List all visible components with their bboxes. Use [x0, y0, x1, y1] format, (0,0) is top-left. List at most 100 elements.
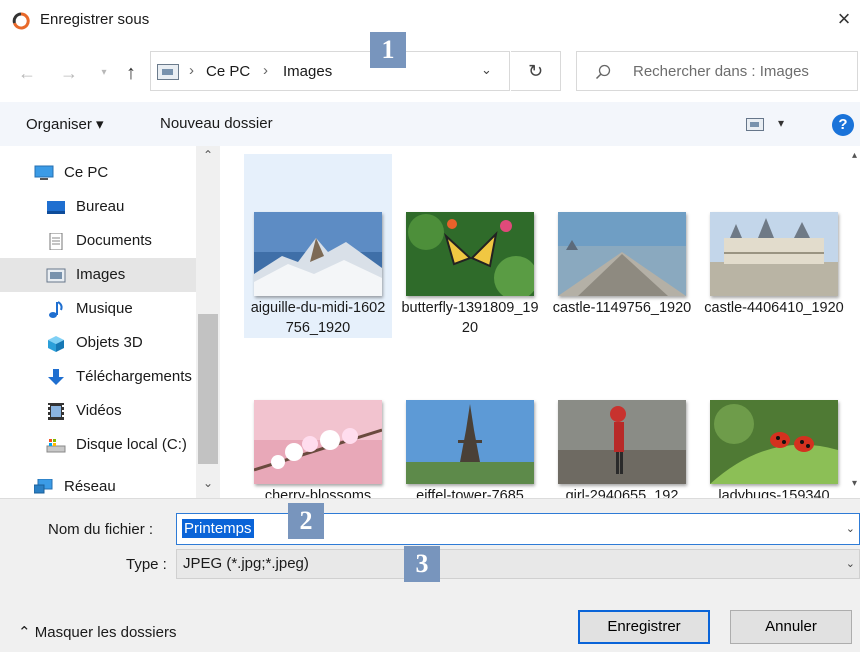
network-icon: [34, 479, 53, 494]
scroll-down-icon[interactable]: ⌄: [196, 476, 220, 490]
filename-label: Nom du fichier :: [48, 521, 154, 538]
search-placeholder: Rechercher dans : Images: [633, 63, 809, 80]
music-icon: [49, 301, 63, 318]
breadcrumb-separator: ›: [263, 62, 268, 79]
file-tile[interactable]: butterfly-1391809_1920: [396, 154, 544, 338]
file-tile[interactable]: girl-2940655_192: [548, 342, 696, 498]
breadcrumb-images[interactable]: Images: [283, 63, 332, 80]
file-tile[interactable]: castle-4406410_1920: [700, 154, 848, 338]
sidebar-item-disque-local[interactable]: Disque local (C:): [0, 428, 196, 462]
cancel-button[interactable]: Annuler: [730, 610, 852, 644]
scrollbar-thumb[interactable]: [198, 314, 218, 464]
filename-input[interactable]: Printemps ⌄: [176, 513, 860, 545]
sidebar-item-videos[interactable]: Vidéos: [0, 394, 196, 428]
app-icon: [12, 12, 30, 30]
cube-icon: [48, 336, 64, 352]
address-bar[interactable]: › Ce PC › Images ⌄: [150, 51, 510, 91]
help-icon[interactable]: ?: [832, 114, 854, 136]
sidebar-item-telechargements[interactable]: Téléchargements: [0, 360, 196, 394]
sidebar-item-objets-3d[interactable]: Objets 3D: [0, 326, 196, 360]
file-type-select[interactable]: JPEG (*.jpg;*.jpeg) ⌄: [176, 549, 860, 579]
sidebar-item-label: Téléchargements: [76, 368, 192, 385]
image-thumbnail: [558, 400, 686, 484]
file-type-value: JPEG (*.jpg;*.jpeg): [183, 555, 309, 572]
window-title: Enregistrer sous: [40, 11, 150, 28]
sidebar-item-ce-pc[interactable]: Ce PC: [0, 156, 196, 190]
sidebar-item-images[interactable]: Images: [0, 258, 196, 292]
pictures-icon: [46, 268, 66, 283]
title-bar: Enregistrer sous ×: [0, 0, 860, 42]
file-tile[interactable]: cherry-blossoms: [244, 342, 392, 498]
file-name: aiguille-du-midi-1602756_1920: [250, 300, 386, 336]
image-thumbnail: [406, 400, 534, 484]
save-button[interactable]: Enregistrer: [578, 610, 710, 644]
sidebar-item-label: Documents: [76, 232, 152, 249]
navigation-pane: Ce PC Bureau Documents Images Musique Ob…: [0, 146, 220, 498]
address-dropdown-icon[interactable]: ⌄: [481, 62, 492, 78]
image-thumbnail: [254, 212, 382, 296]
file-tile[interactable]: ladybugs-159340: [700, 342, 848, 498]
sidebar-item-label: Bureau: [76, 198, 125, 215]
file-tile[interactable]: castle-1149756_1920: [548, 154, 696, 338]
file-name: ladybugs-159340: [718, 488, 830, 498]
file-name: eiffel-tower-7685: [416, 488, 524, 498]
view-options-icon[interactable]: [746, 118, 764, 131]
chevron-down-icon[interactable]: ⌄: [846, 522, 855, 535]
image-thumbnail: [710, 400, 838, 484]
sidebar-item-reseau[interactable]: Réseau: [0, 470, 196, 498]
type-label: Type :: [126, 556, 167, 573]
image-thumbnail: [558, 212, 686, 296]
sidebar-item-label: Vidéos: [76, 402, 122, 419]
recent-locations-button[interactable]: ▾: [93, 62, 115, 84]
sidebar-item-label: Ce PC: [64, 164, 109, 181]
breadcrumb-ce-pc[interactable]: Ce PC: [206, 63, 250, 80]
organise-menu-button[interactable]: Organiser ▾: [26, 115, 104, 133]
computer-icon: [34, 165, 54, 180]
sidebar-item-label: Réseau: [64, 478, 116, 495]
file-name: castle-1149756_1920: [552, 300, 692, 316]
back-button[interactable]: ←: [16, 62, 38, 84]
close-button[interactable]: ×: [834, 6, 854, 32]
pictures-folder-icon: [157, 64, 179, 80]
file-name: castle-4406410_1920: [704, 300, 844, 316]
sidebar-scrollbar[interactable]: ⌃ ⌄: [196, 146, 220, 498]
drive-icon: [46, 439, 66, 453]
filename-value[interactable]: Printemps: [182, 519, 254, 538]
annotation-badge-1: 1: [370, 32, 406, 68]
command-toolbar: Organiser ▾ Nouveau dossier ▾ ?: [0, 102, 860, 146]
image-thumbnail: [710, 212, 838, 296]
chevron-down-icon[interactable]: ⌄: [846, 557, 855, 570]
up-button[interactable]: ↑: [120, 62, 142, 84]
sidebar-item-musique[interactable]: Musique: [0, 292, 196, 326]
file-name: butterfly-1391809_1920: [401, 300, 539, 336]
scroll-up-icon[interactable]: ▴: [852, 150, 857, 161]
scroll-up-icon[interactable]: ⌃: [196, 148, 220, 162]
sidebar-item-bureau[interactable]: Bureau: [0, 190, 196, 224]
sidebar-item-label: Disque local (C:): [76, 436, 187, 453]
file-tile[interactable]: aiguille-du-midi-1602756_1920: [244, 154, 392, 338]
video-icon: [48, 403, 64, 420]
desktop-icon: [47, 201, 65, 214]
new-folder-button[interactable]: Nouveau dossier: [160, 115, 273, 132]
hide-folders-button[interactable]: ⌃ Masquer les dossiers: [18, 623, 176, 641]
scroll-down-icon[interactable]: ▾: [852, 478, 857, 489]
file-name: girl-2940655_192: [565, 488, 679, 498]
search-input[interactable]: Rechercher dans : Images: [576, 51, 858, 91]
sidebar-item-label: Objets 3D: [76, 334, 143, 351]
annotation-badge-3: 3: [404, 546, 440, 582]
file-tile[interactable]: eiffel-tower-7685: [396, 342, 544, 498]
view-dropdown-icon[interactable]: ▾: [778, 116, 784, 130]
annotation-badge-2: 2: [288, 503, 324, 539]
sidebar-item-label: Images: [76, 266, 126, 283]
navigation-bar: ← → ▾ ↑ › Ce PC › Images ⌄ ↻ Rechercher …: [0, 42, 860, 102]
download-icon: [48, 369, 64, 385]
forward-button[interactable]: →: [58, 62, 80, 84]
file-name: cherry-blossoms: [264, 488, 372, 498]
sidebar-item-documents[interactable]: Documents: [0, 224, 196, 258]
image-thumbnail: [406, 212, 534, 296]
refresh-button[interactable]: ↻: [511, 51, 561, 91]
search-icon: [595, 64, 611, 80]
sidebar-item-label: Musique: [76, 300, 133, 317]
file-grid: aiguille-du-midi-1602756_1920 butterfly-…: [222, 146, 860, 498]
breadcrumb-separator: ›: [189, 62, 194, 79]
